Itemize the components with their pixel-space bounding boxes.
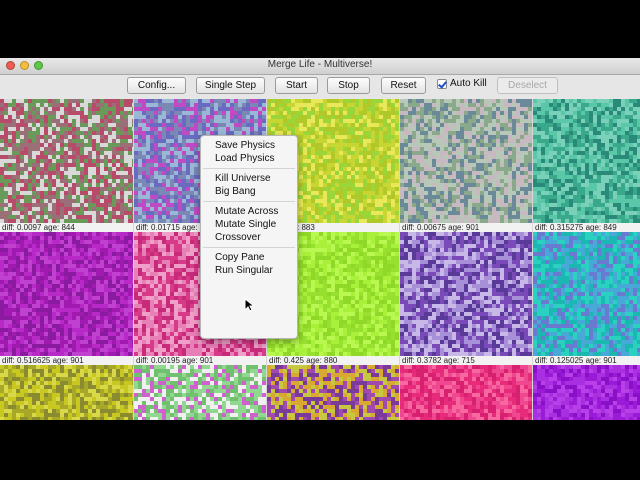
cell-pattern: [533, 232, 640, 356]
menu-item-run-singular[interactable]: Run Singular: [215, 265, 273, 276]
universe-pane[interactable]: [400, 365, 532, 420]
menu-item-mutate-across[interactable]: Mutate Across: [215, 206, 278, 217]
cell-pattern: [0, 365, 133, 420]
cell-pattern: [400, 99, 532, 223]
menu-separator: [203, 201, 295, 202]
pane-stats-label: diff: 0.0097 age: 844: [0, 223, 133, 232]
menu-separator: [203, 168, 295, 169]
pane-stats-label: diff: 0.00675 age: 901: [400, 223, 532, 232]
cell-pattern: [400, 365, 532, 420]
universe-pane[interactable]: [533, 365, 640, 420]
cell-pattern: [267, 365, 399, 420]
single-step-button[interactable]: Single Step: [196, 77, 265, 94]
menu-separator: [203, 247, 295, 248]
universe-pane[interactable]: [0, 232, 133, 356]
menu-item-big-bang[interactable]: Big Bang: [215, 186, 256, 197]
pane-stats-label: diff: 0.516625 age: 901: [0, 356, 133, 365]
universe-pane[interactable]: [267, 365, 399, 420]
checkbox-checked-icon[interactable]: [437, 78, 447, 89]
universe-pane[interactable]: [400, 99, 532, 223]
cell-pattern: [134, 365, 266, 420]
universe-pane[interactable]: [0, 99, 133, 223]
menu-item-mutate-single[interactable]: Mutate Single: [215, 219, 276, 230]
menu-item-save-physics[interactable]: Save Physics: [215, 140, 275, 151]
auto-kill-checkbox[interactable]: Auto Kill: [437, 78, 487, 89]
universe-pane[interactable]: [533, 99, 640, 223]
auto-kill-label: Auto Kill: [450, 78, 487, 89]
universe-pane[interactable]: [0, 365, 133, 420]
stop-button[interactable]: Stop: [327, 77, 370, 94]
app-window: Merge Life - Multiverse! Config... Singl…: [0, 58, 640, 420]
pane-stats-label: diff: 0.3782 age: 715: [400, 356, 532, 365]
cell-pattern: [0, 232, 133, 356]
start-button[interactable]: Start: [275, 77, 318, 94]
menu-item-copy-pane[interactable]: Copy Pane: [215, 252, 264, 263]
universe-pane[interactable]: [134, 365, 266, 420]
reset-button[interactable]: Reset: [381, 77, 426, 94]
cell-pattern: [533, 365, 640, 420]
pane-stats-label: diff: 0.315275 age: 849: [533, 223, 640, 232]
cell-pattern: [400, 232, 532, 356]
window-title: Merge Life - Multiverse!: [267, 59, 373, 70]
universe-grid: diff: 0.0097 age: 844 diff: 0.01715 age: …: [0, 99, 640, 420]
pane-stats-label: diff: 0.425 age: 880: [267, 356, 399, 365]
menu-item-crossover[interactable]: Crossover: [215, 232, 261, 243]
universe-pane[interactable]: [533, 232, 640, 356]
menu-item-kill-universe[interactable]: Kill Universe: [215, 173, 271, 184]
cell-pattern: [533, 99, 640, 223]
cell-pattern: [0, 99, 133, 223]
title-bar: Merge Life - Multiverse!: [0, 58, 640, 75]
toolbar: Config... Single Step Start Stop Reset A…: [0, 75, 640, 99]
pane-stats-label: diff: 0.125025 age: 901: [533, 356, 640, 365]
universe-pane[interactable]: [400, 232, 532, 356]
config-button[interactable]: Config...: [127, 77, 186, 94]
pane-stats-label: diff: 0.00195 age: 901: [134, 356, 266, 365]
menu-item-load-physics[interactable]: Load Physics: [215, 153, 274, 164]
deselect-button[interactable]: Deselect: [497, 77, 558, 94]
mouse-pointer-icon: [244, 298, 254, 312]
